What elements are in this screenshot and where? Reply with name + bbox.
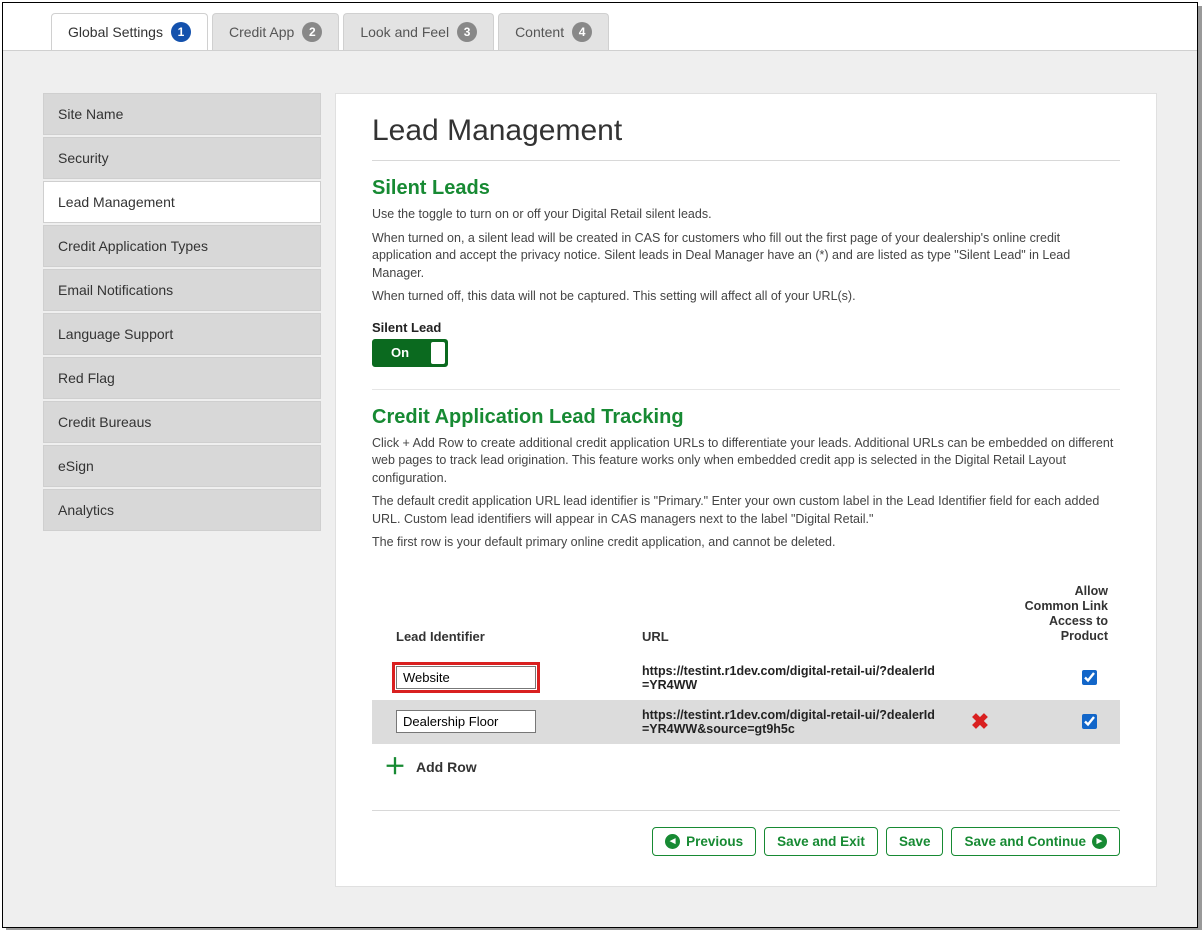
tab-step-badge: 2 <box>302 22 322 42</box>
tab-look-and-feel[interactable]: Look and Feel 3 <box>343 13 494 50</box>
sidebar-item-lead-management[interactable]: Lead Management <box>43 181 321 223</box>
table-row: https://testint.r1dev.com/digital-retail… <box>372 700 1120 744</box>
arrow-left-icon: ◄ <box>665 834 680 849</box>
tab-label: Credit App <box>229 24 294 40</box>
tab-label: Look and Feel <box>360 24 449 40</box>
sidebar-item-credit-bureaus[interactable]: Credit Bureaus <box>43 401 321 443</box>
sidebar-item-esign[interactable]: eSign <box>43 445 321 487</box>
previous-button[interactable]: ◄ Previous <box>652 827 756 856</box>
arrow-right-icon: ► <box>1092 834 1107 849</box>
tab-step-badge: 4 <box>572 22 592 42</box>
silent-lead-toggle-group: Silent Lead On <box>372 320 1120 367</box>
save-button[interactable]: Save <box>886 827 944 856</box>
silent-lead-toggle-label: Silent Lead <box>372 320 1120 335</box>
allow-common-link-checkbox[interactable] <box>1082 714 1097 729</box>
sidebar-item-language-support[interactable]: Language Support <box>43 313 321 355</box>
footer-buttons: ◄ Previous Save and Exit Save Save and C… <box>372 810 1120 856</box>
sidebar-item-security[interactable]: Security <box>43 137 321 179</box>
main-panel: Lead Management Silent Leads Use the tog… <box>335 93 1157 887</box>
tracking-p2: The default credit application URL lead … <box>372 493 1120 528</box>
table-row: https://testint.r1dev.com/digital-retail… <box>372 656 1120 700</box>
col-lead-identifier: Lead Identifier <box>384 629 634 644</box>
tab-global-settings[interactable]: Global Settings 1 <box>51 13 208 50</box>
silent-p1: Use the toggle to turn on or off your Di… <box>372 206 1120 224</box>
silent-p2: When turned on, a silent lead will be cr… <box>372 230 1120 283</box>
tab-content[interactable]: Content 4 <box>498 13 609 50</box>
tab-step-badge: 1 <box>171 22 191 42</box>
sidebar-item-red-flag[interactable]: Red Flag <box>43 357 321 399</box>
allow-common-link-checkbox[interactable] <box>1082 670 1097 685</box>
url-cell: https://testint.r1dev.com/digital-retail… <box>642 708 942 736</box>
tab-credit-app[interactable]: Credit App 2 <box>212 13 339 50</box>
save-label: Save <box>899 834 931 849</box>
sidebar-item-site-name[interactable]: Site Name <box>43 93 321 135</box>
delete-row-icon[interactable]: ✖ <box>950 709 1010 735</box>
page-title: Lead Management <box>372 114 1120 148</box>
body-area: Site NameSecurityLead ManagementCredit A… <box>3 50 1197 927</box>
sidebar: Site NameSecurityLead ManagementCredit A… <box>43 93 321 887</box>
divider <box>372 160 1120 161</box>
tracking-heading: Credit Application Lead Tracking <box>372 406 1120 429</box>
lead-table-header: Lead Identifier URL Allow Common Link Ac… <box>372 576 1120 656</box>
url-cell: https://testint.r1dev.com/digital-retail… <box>642 664 942 692</box>
lead-identifier-input[interactable] <box>396 710 536 733</box>
save-continue-label: Save and Continue <box>964 834 1086 849</box>
lead-identifier-input[interactable] <box>396 666 536 689</box>
add-row-button[interactable]: ＋ Add Row <box>372 744 1120 782</box>
top-tabs: Global Settings 1 Credit App 2 Look and Feel… <box>3 3 1197 50</box>
save-and-continue-button[interactable]: Save and Continue ► <box>951 827 1120 856</box>
app-window: Global Settings 1 Credit App 2 Look and Feel… <box>2 2 1198 928</box>
silent-lead-toggle[interactable]: On <box>372 339 448 367</box>
plus-icon: ＋ <box>384 756 406 778</box>
tab-label: Content <box>515 24 564 40</box>
save-exit-label: Save and Exit <box>777 834 865 849</box>
tab-label: Global Settings <box>68 24 163 40</box>
toggle-text: On <box>391 345 409 360</box>
sidebar-item-credit-application-types[interactable]: Credit Application Types <box>43 225 321 267</box>
tab-step-badge: 3 <box>457 22 477 42</box>
previous-label: Previous <box>686 834 743 849</box>
col-url: URL <box>642 629 942 644</box>
save-and-exit-button[interactable]: Save and Exit <box>764 827 878 856</box>
tracking-p1: Click + Add Row to create additional cre… <box>372 435 1120 488</box>
lead-table: Lead Identifier URL Allow Common Link Ac… <box>372 576 1120 782</box>
tracking-p3: The first row is your default primary on… <box>372 534 1120 552</box>
divider <box>372 389 1120 390</box>
toggle-knob <box>431 342 445 364</box>
add-row-label: Add Row <box>416 759 477 775</box>
sidebar-item-email-notifications[interactable]: Email Notifications <box>43 269 321 311</box>
col-allow: Allow Common Link Access to Product <box>1018 584 1108 644</box>
sidebar-item-analytics[interactable]: Analytics <box>43 489 321 531</box>
silent-p3: When turned off, this data will not be c… <box>372 288 1120 306</box>
silent-leads-heading: Silent Leads <box>372 177 1120 200</box>
